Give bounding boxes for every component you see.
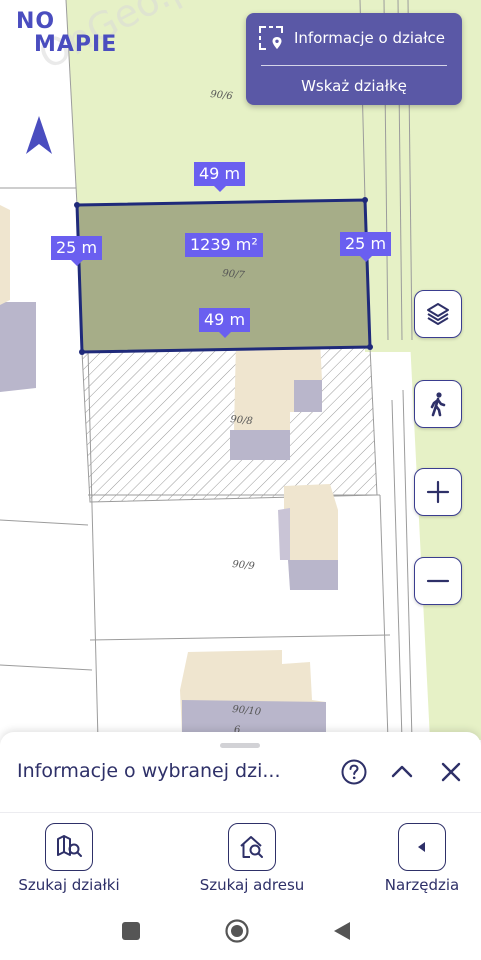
parcel-area: 1239 m² bbox=[185, 233, 263, 257]
parcel-info-button[interactable]: Informacje o działce bbox=[246, 13, 462, 63]
logo-line-1: NO bbox=[16, 9, 56, 34]
bottom-edge-length: 49 m bbox=[199, 308, 251, 338]
tab-icon-box bbox=[45, 823, 93, 871]
help-button[interactable] bbox=[340, 758, 368, 786]
home-button[interactable] bbox=[224, 918, 250, 944]
left-edge-length: 25 m bbox=[51, 236, 103, 266]
layers-button[interactable] bbox=[414, 290, 462, 338]
tab-label: Szukaj działki bbox=[18, 876, 120, 894]
top-edge-length: 49 m bbox=[194, 162, 246, 192]
parcel-label: 90/8 bbox=[230, 414, 253, 427]
north-arrow-icon bbox=[26, 116, 52, 160]
tab-label: Narzędzia bbox=[384, 876, 460, 894]
system-navigation-bar bbox=[0, 900, 481, 960]
parcel-info-card: Informacje o działce Wskaż działkę bbox=[246, 13, 462, 105]
divider bbox=[261, 65, 447, 66]
parcel-info-sheet: Informacje o wybranej dzi... bbox=[0, 732, 481, 812]
help-icon bbox=[341, 759, 367, 785]
recents-button[interactable] bbox=[118, 918, 144, 944]
tab-search-parcel[interactable]: Szukaj działki bbox=[0, 823, 139, 894]
layers-icon bbox=[427, 303, 449, 325]
chevron-left-icon bbox=[418, 842, 425, 852]
tab-icon-box bbox=[228, 823, 276, 871]
app-screen: OnGeo.pl 90/6 90/7 90/8 90/9 90/10 6 NO … bbox=[0, 0, 481, 960]
back-triangle-icon bbox=[334, 922, 350, 940]
circle-icon bbox=[225, 919, 249, 943]
parcel-info-label: Informacje o działce bbox=[294, 29, 445, 47]
close-sheet-button[interactable] bbox=[437, 758, 465, 786]
sheet-drag-handle[interactable] bbox=[220, 743, 260, 748]
walking-person-icon bbox=[430, 392, 446, 417]
app-logo: NO MAPIE bbox=[16, 10, 117, 56]
expand-sheet-button[interactable] bbox=[388, 758, 416, 786]
right-edge-length: 25 m bbox=[340, 232, 392, 262]
home-search-icon bbox=[240, 836, 263, 858]
tab-label: Szukaj adresu bbox=[199, 876, 305, 894]
zoom-in-button[interactable] bbox=[414, 468, 462, 516]
chevron-up-icon bbox=[391, 765, 413, 778]
close-icon bbox=[441, 762, 461, 782]
tab-icon-box bbox=[398, 823, 446, 871]
tab-search-address[interactable]: Szukaj adresu bbox=[182, 823, 322, 894]
walk-mode-button[interactable] bbox=[414, 380, 462, 428]
parcel-select-icon bbox=[259, 26, 283, 50]
zoom-out-button[interactable] bbox=[414, 557, 462, 605]
square-icon bbox=[122, 922, 140, 940]
zoom-out-icon bbox=[426, 579, 450, 583]
point-parcel-button[interactable]: Wskaż działkę bbox=[246, 70, 462, 102]
bottom-navigation: Szukaj działki Szukaj adresu Narzędzia bbox=[0, 812, 481, 900]
back-button[interactable] bbox=[329, 918, 355, 944]
map-search-icon bbox=[57, 835, 82, 857]
logo-line-2: MAPIE bbox=[34, 32, 118, 57]
tab-tools[interactable]: Narzędzia bbox=[352, 823, 481, 894]
sheet-title: Informacje o wybranej dzi... bbox=[17, 760, 281, 782]
zoom-in-icon bbox=[426, 480, 450, 504]
